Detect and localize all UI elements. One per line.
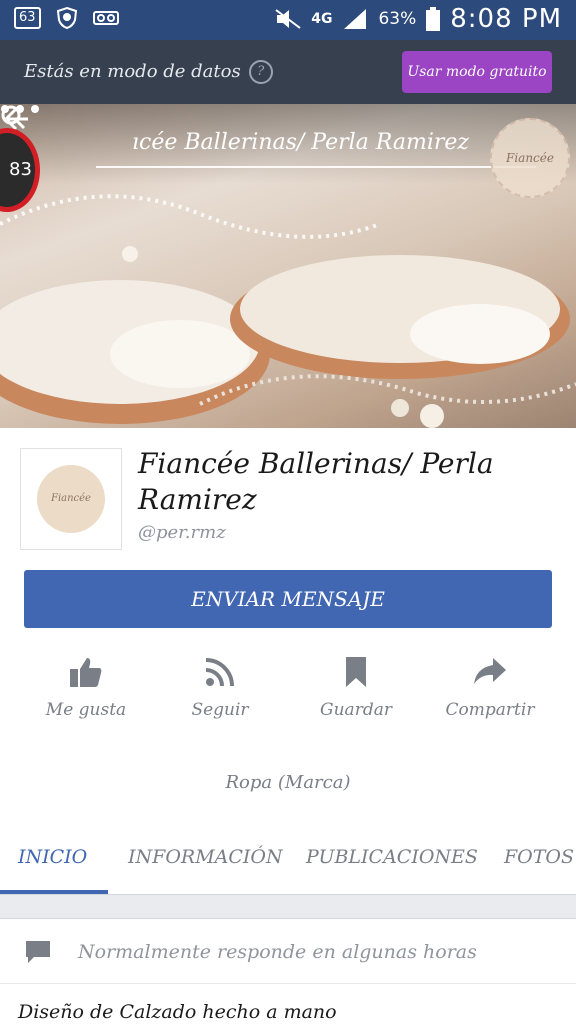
notification-count-icon: 63 [14,7,41,29]
mute-icon [275,9,301,29]
follow-label: Seguir [191,700,249,720]
tab-fotos[interactable]: FOTOS [504,846,574,868]
chat-bubble-icon [26,941,50,963]
bookmark-icon [346,657,366,687]
more-options-icon[interactable] [0,104,40,114]
battery-percent: 63% [378,9,417,29]
save-button[interactable]: Guardar [286,656,426,720]
help-icon[interactable]: ? [248,60,273,84]
status-bar: 63 4G 63% 8:08 PM [0,0,576,40]
share-button[interactable]: Compartir [420,656,560,720]
profile-section: Fiancée Fiancée Ballerinas/ Perla Ramire… [0,428,576,747]
share-icon [474,658,506,684]
data-mode-banner: Estás en modo de datos? Usar modo gratui… [0,40,576,104]
like-label: Me gusta [45,700,127,720]
battery-icon [426,7,441,31]
tab-publicaciones[interactable]: PUBLICACIONES [306,846,478,868]
voicemail-icon [92,11,119,25]
info-card: Normalmente responde en algunas horas Di… [0,918,576,1025]
follow-button[interactable]: Seguir [150,656,290,720]
search-input[interactable]: ıcée Ballerinas/ Perla Ramirez [132,130,469,155]
share-label: Compartir [445,700,535,720]
cover-photo[interactable]: ıcée Ballerinas/ Perla Ramirez Fiancée 8… [0,104,576,428]
tab-informacion[interactable]: INFORMACIÓN [128,846,283,868]
page-title: Fiancée Ballerinas/ Perla Ramirez [138,447,494,516]
send-message-button[interactable]: ENVIAR MENSAJE [24,570,552,628]
thumbs-up-icon [70,658,102,687]
profile-avatar[interactable]: Fiancée [20,448,122,550]
response-time-text: Normalmente responde en algunas horas [78,941,477,963]
free-mode-button[interactable]: Usar modo gratuito [402,51,552,93]
response-time-row: Normalmente responde en algunas horas [0,919,576,984]
shield-icon [56,6,77,30]
search-bar: ıcée Ballerinas/ Perla Ramirez Fiancée [0,104,576,198]
save-label: Guardar [320,700,392,720]
search-underline [96,166,536,168]
about-text: Diseño de Calzado hecho a mano [18,1001,337,1023]
tab-bar: INICIO INFORMACIÓN PUBLICACIONES FOTOS [0,824,576,895]
clock: 8:08 PM [450,4,562,34]
data-mode-text: Estás en modo de datos [24,61,241,82]
signal-icon [344,9,367,29]
page-handle: @per.rmz [138,522,226,543]
bubble-count: 83 [9,159,32,180]
tab-inicio[interactable]: INICIO [18,846,87,868]
avatar-logo: Fiancée [37,465,105,533]
page-category: Ropa (Marca) [0,746,576,824]
action-bar: Me gusta Seguir Guardar Compartir [0,656,576,736]
like-button[interactable]: Me gusta [16,656,156,720]
rss-icon [205,658,234,687]
cover-logo: Fiancée [490,118,570,198]
network-type: 4G [311,11,333,27]
active-tab-indicator [0,890,108,894]
